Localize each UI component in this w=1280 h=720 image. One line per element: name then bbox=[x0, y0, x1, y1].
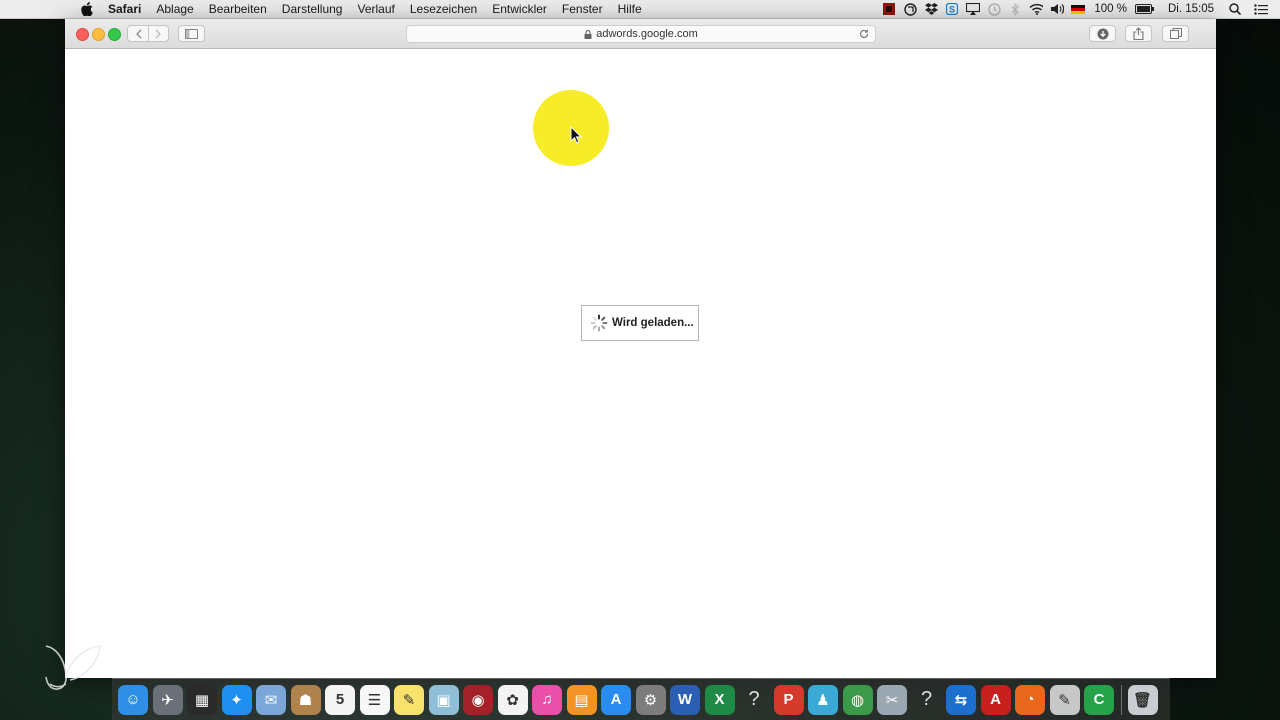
dock-unknown-app-2-icon[interactable]: ? bbox=[912, 685, 942, 715]
chevron-left-icon bbox=[135, 29, 141, 38]
tabs-icon bbox=[1169, 28, 1182, 39]
dock: ☺ ✈ ▦ ✦ ✉ ☗ 5 ☰ ✎ ▣ ◉ ✿ ♫ ▤ A ⚙ W X? P ♟ ◍ ✂? ⇆ A ◔ ✎ C 🗑 bbox=[112, 678, 1170, 720]
dock-separator bbox=[1120, 684, 1122, 715]
zoom-window-button[interactable] bbox=[108, 28, 121, 41]
dock-mission-control-icon[interactable]: ▦ bbox=[187, 684, 217, 715]
sidebar-icon bbox=[185, 28, 198, 39]
tab-overview-button[interactable] bbox=[1162, 25, 1189, 42]
dock-launchpad-icon[interactable]: ✈ bbox=[152, 684, 183, 715]
menu-entwickler[interactable]: Entwickler bbox=[492, 0, 547, 18]
dock-notes-icon[interactable]: ✎ bbox=[394, 684, 424, 715]
battery-icon[interactable] bbox=[1134, 2, 1155, 16]
dock-utility-tool-icon[interactable]: ✂ bbox=[877, 684, 907, 715]
dock-app-store-icon[interactable]: A bbox=[601, 684, 631, 715]
dock-safari-icon[interactable]: ✦ bbox=[221, 684, 252, 715]
dock-finder-icon[interactable]: ☺ bbox=[118, 684, 148, 715]
dock-powerpoint-red-icon[interactable]: P bbox=[773, 684, 804, 715]
apple-menu-icon[interactable] bbox=[80, 2, 94, 16]
dock-network-globe-icon[interactable]: ◍ bbox=[842, 684, 873, 715]
download-icon bbox=[1097, 28, 1108, 39]
stamp-icon[interactable] bbox=[903, 2, 917, 16]
spotlight-icon[interactable] bbox=[1228, 2, 1242, 16]
desktop: Safari Ablage Bearbeiten Darstellung Ver… bbox=[0, 0, 1280, 720]
dock-itunes-icon[interactable]: ♫ bbox=[532, 684, 562, 715]
airplay-icon[interactable] bbox=[966, 2, 981, 16]
sidebar-toggle-button[interactable] bbox=[178, 25, 205, 42]
dock-contacts-icon[interactable]: ☗ bbox=[290, 684, 321, 715]
dock-lync-icon[interactable]: ♟ bbox=[808, 684, 838, 715]
web-content: Wird geladen... bbox=[65, 49, 1216, 678]
dock-acrobat-icon[interactable]: A bbox=[980, 684, 1011, 715]
dock-ibooks-icon[interactable]: ▤ bbox=[566, 684, 597, 715]
downloads-button[interactable] bbox=[1089, 25, 1116, 42]
dock-script-editor-icon[interactable]: ✎ bbox=[1049, 684, 1080, 715]
dock-unknown-app-1-icon[interactable]: ? bbox=[739, 685, 769, 715]
dock-reminders-icon[interactable]: ☰ bbox=[359, 684, 390, 715]
reload-icon[interactable] bbox=[857, 27, 871, 41]
dock-excel-icon[interactable]: X bbox=[704, 684, 735, 715]
menu-fenster[interactable]: Fenster bbox=[562, 0, 603, 18]
dock-word-icon[interactable]: W bbox=[670, 684, 700, 715]
menu-clock[interactable]: Di. 15:05 bbox=[1168, 3, 1214, 15]
dock-system-preferences-icon[interactable]: ⚙ bbox=[635, 684, 666, 715]
screen-record-icon[interactable] bbox=[882, 2, 896, 16]
safari-window: adwords.google.com Wird geladen... bbox=[65, 19, 1216, 678]
menu-hilfe[interactable]: Hilfe bbox=[618, 0, 642, 18]
butterfly-watermark-icon bbox=[38, 636, 108, 696]
dock-calendar-icon[interactable]: 5 bbox=[325, 684, 355, 715]
url-text: adwords.google.com bbox=[596, 28, 698, 40]
lock-icon bbox=[584, 30, 592, 39]
dock-camtasia-icon[interactable]: C bbox=[1084, 684, 1114, 715]
battery-percentage[interactable]: 100 % bbox=[1094, 3, 1127, 15]
loading-indicator: Wird geladen... bbox=[581, 305, 699, 341]
german-flag-icon[interactable] bbox=[1071, 4, 1086, 14]
address-bar[interactable]: adwords.google.com bbox=[406, 25, 876, 43]
menu-lesezeichen[interactable]: Lesezeichen bbox=[410, 0, 477, 18]
menu-bearbeiten[interactable]: Bearbeiten bbox=[209, 0, 267, 18]
wifi-icon[interactable] bbox=[1029, 2, 1044, 16]
menu-ablage[interactable]: Ablage bbox=[156, 0, 193, 18]
notification-center-icon[interactable] bbox=[1254, 2, 1268, 16]
dock-preview-icon[interactable]: ▣ bbox=[428, 684, 459, 715]
minimize-window-button[interactable] bbox=[92, 28, 105, 41]
chevron-right-icon bbox=[155, 29, 161, 38]
loading-text: Wird geladen... bbox=[612, 317, 694, 329]
dropbox-icon[interactable] bbox=[924, 2, 938, 16]
dock-mail-icon[interactable]: ✉ bbox=[256, 684, 286, 715]
share-icon bbox=[1133, 27, 1144, 40]
svg-text:S: S bbox=[949, 5, 955, 15]
status-area: S 100 % Di. 15:05 bbox=[882, 0, 1280, 18]
menu-darstellung[interactable]: Darstellung bbox=[282, 0, 343, 18]
close-window-button[interactable] bbox=[76, 28, 89, 41]
menu-verlauf[interactable]: Verlauf bbox=[357, 0, 394, 18]
dock-firefox-icon[interactable]: ◔ bbox=[1015, 684, 1045, 715]
dock-teamviewer-icon[interactable]: ⇆ bbox=[946, 684, 976, 715]
bluetooth-icon[interactable] bbox=[1008, 2, 1022, 16]
mouse-cursor-icon bbox=[570, 125, 583, 144]
menu-app-safari[interactable]: Safari bbox=[108, 0, 141, 18]
menu-bar: Safari Ablage Bearbeiten Darstellung Ver… bbox=[0, 0, 1280, 19]
dock-trash-icon[interactable]: 🗑 bbox=[1127, 684, 1158, 715]
spinner-icon bbox=[590, 314, 608, 332]
volume-icon[interactable] bbox=[1050, 2, 1065, 16]
back-button[interactable] bbox=[127, 25, 148, 42]
forward-button[interactable] bbox=[148, 25, 169, 42]
dock-photos-icon[interactable]: ✿ bbox=[497, 684, 528, 715]
browser-toolbar: adwords.google.com bbox=[65, 19, 1216, 49]
time-machine-icon[interactable] bbox=[987, 2, 1001, 16]
share-button[interactable] bbox=[1125, 25, 1152, 42]
skype-icon[interactable]: S bbox=[945, 2, 959, 16]
dock-photo-booth-icon[interactable]: ◉ bbox=[463, 684, 493, 715]
